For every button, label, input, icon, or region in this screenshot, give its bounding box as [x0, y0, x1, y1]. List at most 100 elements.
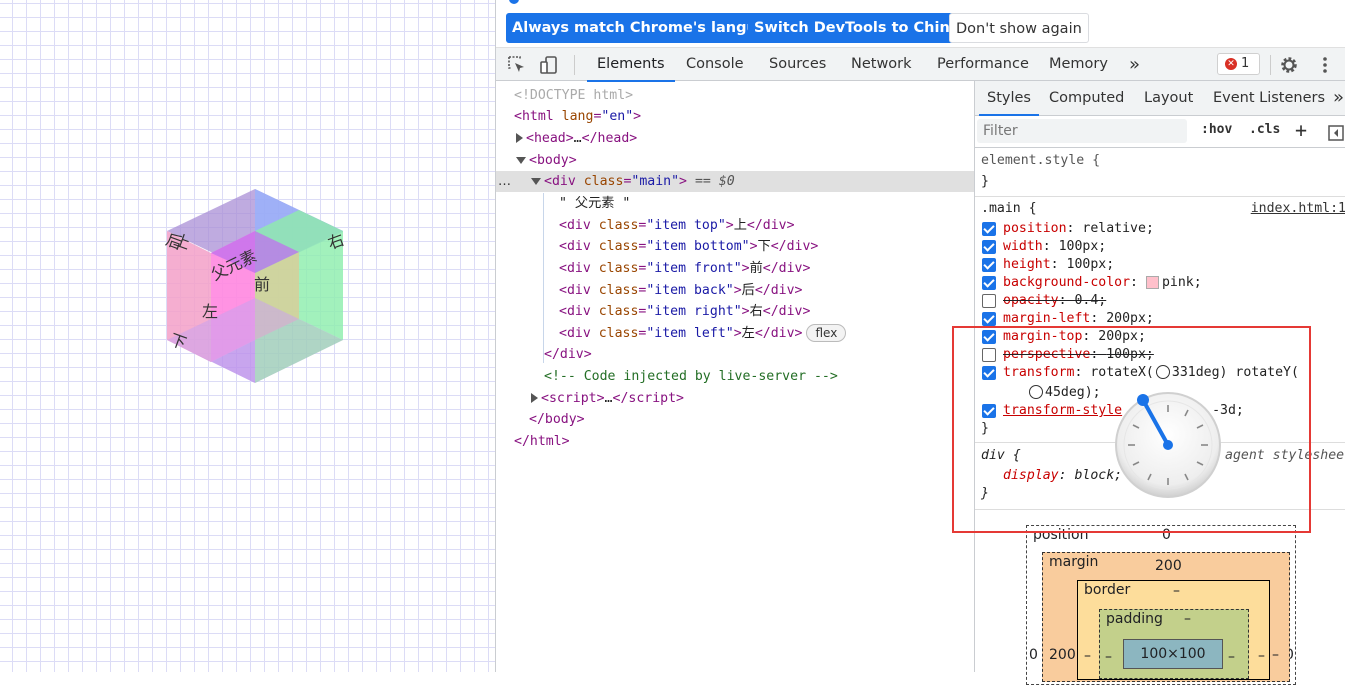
div-main-node[interactable]: <div class="main"> == $0 — [531, 171, 735, 192]
tab-console[interactable]: Console — [686, 48, 744, 81]
prop-checkbox-background-color[interactable] — [982, 276, 996, 290]
tab-memory[interactable]: Memory — [1049, 48, 1108, 81]
kebab-menu-icon[interactable] — [1314, 54, 1336, 76]
prop-opacity[interactable]: opacity: 0.4; — [1003, 292, 1106, 310]
html-tag: html — [521, 109, 554, 124]
expand-triangle-icon[interactable] — [516, 133, 523, 143]
page-viewport: 后 上 右 父元素 前 左 下 — [0, 0, 495, 672]
prop-checkbox-margin-left[interactable] — [982, 312, 996, 326]
child-text: 右 — [749, 304, 763, 319]
child-div-back[interactable]: <div class="item back">后</div> — [559, 280, 802, 301]
face-label-left: 左 — [202, 302, 218, 321]
html-node[interactable]: <html lang="en"> — [514, 106, 641, 127]
language-infobar: Always match Chrome's language Switch De… — [496, 0, 1345, 47]
box-border-label: border — [1084, 582, 1131, 598]
prop-checkbox-width[interactable] — [982, 240, 996, 254]
element-style-close: } — [981, 174, 989, 189]
device-toolbar-icon[interactable] — [538, 54, 560, 76]
collapse-triangle-icon[interactable] — [516, 156, 526, 164]
prop-value: relative; — [1082, 221, 1154, 236]
box-margin-left: 200 — [1049, 647, 1076, 663]
html-attr: lang — [561, 109, 594, 124]
prop-value: 100px; — [1066, 257, 1115, 272]
body-node[interactable]: <body> — [516, 150, 577, 171]
child-text: 上 — [733, 218, 747, 233]
toggle-sidebar-icon[interactable] — [1328, 125, 1344, 141]
div-tag: div — [551, 174, 576, 189]
flex-badge[interactable]: flex — [806, 324, 847, 342]
prop-checkbox-position[interactable] — [982, 222, 996, 236]
tab-computed[interactable]: Computed — [1049, 81, 1124, 115]
sidebar-tabs: Styles Computed Layout Event Listeners » — [975, 81, 1345, 116]
comment-node[interactable]: <!-- Code injected by live-server --> — [544, 366, 838, 387]
styles-filter-input[interactable]: Filter — [977, 119, 1187, 143]
head-node[interactable]: <head>…</head> — [516, 128, 637, 149]
body-close-node[interactable]: </body> — [529, 409, 585, 430]
cls-toggle-button[interactable]: .cls — [1249, 122, 1280, 137]
hov-toggle-button[interactable]: :hov — [1201, 122, 1232, 137]
tab-layout[interactable]: Layout — [1144, 81, 1193, 115]
tab-elements[interactable]: Elements — [587, 48, 675, 82]
cube-3d: 后 上 右 父元素 前 左 下 — [163, 189, 347, 383]
prop-name: width — [1003, 239, 1043, 254]
devtools-panel: Always match Chrome's language Switch De… — [495, 0, 1345, 685]
prop-height[interactable]: height: 100px; — [1003, 256, 1114, 274]
child-class: "item front" — [646, 261, 742, 276]
prop-name: opacity — [1003, 293, 1059, 308]
error-count: 1 — [1241, 56, 1250, 71]
expand-triangle-icon[interactable] — [531, 393, 538, 403]
child-class: "item bottom" — [646, 239, 750, 254]
tab-performance[interactable]: Performance — [937, 48, 1029, 81]
gear-icon[interactable] — [1278, 54, 1300, 76]
inspect-element-icon[interactable] — [506, 54, 528, 76]
html-close-tag: html — [529, 434, 562, 449]
element-style-selector[interactable]: element.style { — [981, 152, 1100, 170]
new-rule-plus-icon[interactable]: + — [1295, 118, 1307, 142]
red-highlight-annotation — [952, 326, 1311, 533]
child-class: "item right" — [646, 304, 742, 319]
script-node[interactable]: <script>…</script> — [531, 388, 684, 409]
child-div-left[interactable]: <div class="item left">左</div> flex — [559, 323, 847, 344]
devtools-main-tabs: Elements Console Sources Network Perform… — [496, 47, 1345, 82]
tree-guide-line — [543, 193, 544, 363]
text-node-parent[interactable]: " 父元素 " — [559, 193, 630, 214]
tab-styles[interactable]: Styles — [979, 81, 1039, 116]
tab-event-listeners[interactable]: Event Listeners — [1213, 81, 1325, 115]
tab-sources[interactable]: Sources — [769, 48, 826, 81]
collapse-triangle-icon[interactable] — [531, 177, 541, 185]
face-label-front: 前 — [254, 275, 270, 294]
prop-checkbox-height[interactable] — [982, 258, 996, 272]
html-close-node[interactable]: </html> — [514, 431, 570, 452]
prop-value: 200px; — [1106, 311, 1154, 326]
doctype-node[interactable]: <!DOCTYPE html> — [514, 85, 633, 106]
box-model-content[interactable]: 100×100 — [1123, 639, 1223, 669]
prop-value: 100px; — [1058, 239, 1107, 254]
box-margin-label: margin — [1049, 554, 1099, 570]
prop-checkbox-opacity[interactable] — [982, 294, 996, 308]
child-text: 前 — [749, 261, 763, 276]
error-counter-badge[interactable]: ✕ 1 — [1217, 53, 1260, 75]
div-close-node[interactable]: </div> — [544, 344, 592, 365]
prop-name: margin-left — [1003, 311, 1091, 326]
dont-show-again-button[interactable]: Don't show again — [949, 13, 1089, 43]
sidebar-more-chevron-icon[interactable]: » — [1333, 81, 1344, 115]
prop-name: height — [1003, 257, 1051, 272]
tab-network[interactable]: Network — [851, 48, 912, 81]
selected-marker: == $0 — [694, 174, 735, 189]
main-rule-selector[interactable]: .main { — [981, 200, 1037, 218]
prop-position[interactable]: position: relative; — [1003, 220, 1154, 238]
html-attr-value: "en" — [601, 109, 634, 124]
main-rule-source-link[interactable]: index.html:1 — [1251, 200, 1345, 218]
child-div-top[interactable]: <div class="item top">上</div> — [559, 215, 795, 236]
more-tabs-chevron-icon[interactable]: » — [1129, 48, 1140, 81]
node-actions-dots[interactable]: … — [498, 171, 511, 192]
box-padding-right: – — [1228, 649, 1235, 665]
prop-width[interactable]: width: 100px; — [1003, 238, 1106, 256]
color-swatch-icon[interactable] — [1145, 275, 1159, 289]
child-div-front[interactable]: <div class="item front">前</div> — [559, 258, 810, 279]
prop-background-color[interactable]: background-color: pink; — [1003, 274, 1202, 292]
child-div-bottom[interactable]: <div class="item bottom">下</div> — [559, 236, 818, 257]
child-class: "item top" — [646, 218, 726, 233]
child-div-right[interactable]: <div class="item right">右</div> — [559, 301, 810, 322]
styles-filter-bar: Filter :hov .cls + — [975, 116, 1345, 148]
